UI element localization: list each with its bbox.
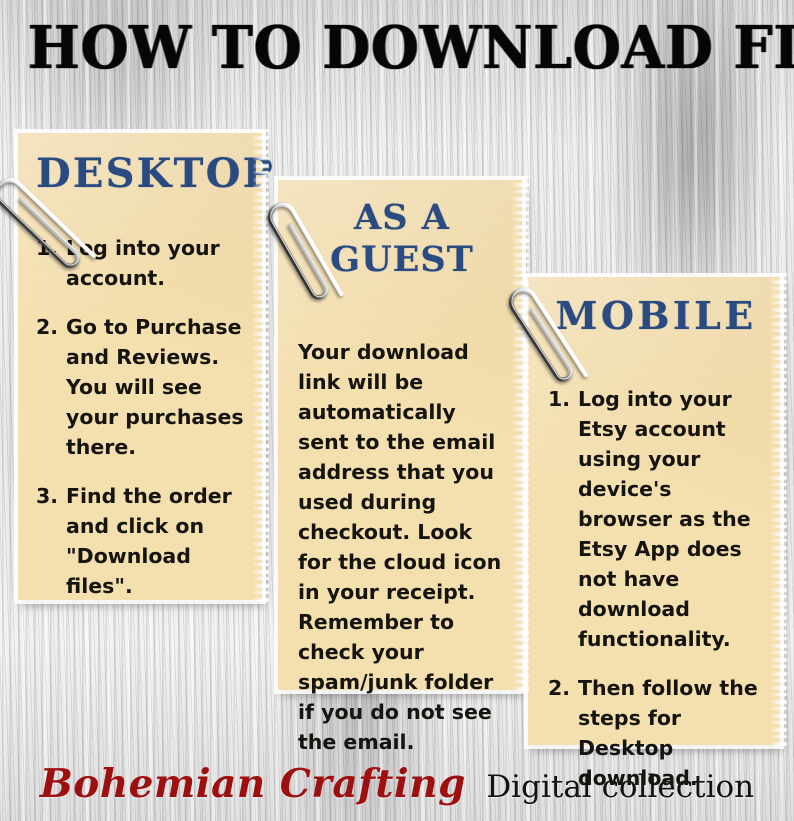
card-mobile-steps: 1. Log into your Etsy account using your… xyxy=(548,384,764,793)
step-number: 3. xyxy=(36,484,59,508)
card-desktop: DESKTOP 1. Log into your account. 2. Go … xyxy=(18,129,275,604)
card-guest-paragraph: Your download link will be automatically… xyxy=(298,340,502,754)
step-number: 2. xyxy=(36,315,59,339)
page-title: HOW TO DOWNLOAD FILES xyxy=(27,13,794,82)
list-item: 2. Then follow the steps for Desktop dow… xyxy=(548,673,764,793)
card-desktop-heading: DESKTOP xyxy=(36,150,275,197)
step-number: 2. xyxy=(548,676,571,700)
step-text: Log into your account. xyxy=(66,236,220,290)
torn-edge-deckle xyxy=(253,129,269,604)
card-mobile-heading: MOBILE xyxy=(555,293,757,338)
brand-name: Bohemian Crafting xyxy=(39,761,466,807)
step-text: Then follow the steps for Desktop downlo… xyxy=(578,676,758,790)
step-number: 1. xyxy=(548,387,571,411)
card-guest-heading: AS A GUEST xyxy=(330,197,474,280)
card-mobile: MOBILE 1. Log into your Etsy account usi… xyxy=(528,273,787,790)
list-item: 2. Go to Purchase and Reviews. You will … xyxy=(36,312,246,462)
step-text: Log into your Etsy account using your de… xyxy=(578,387,751,651)
list-item: 3. Find the order and click on "Download… xyxy=(36,481,246,601)
list-item: 1. Log into your Etsy account using your… xyxy=(548,384,764,654)
torn-edge-deckle xyxy=(513,176,529,694)
card-desktop-steps: 1. Log into your account. 2. Go to Purch… xyxy=(36,233,246,601)
card-as-a-guest: AS A GUEST Your download link will be au… xyxy=(278,176,529,754)
list-item: 1. Log into your account. xyxy=(36,233,246,293)
step-text: Go to Purchase and Reviews. You will see… xyxy=(66,315,244,459)
step-number: 1. xyxy=(36,236,59,260)
step-text: Find the order and click on "Download fi… xyxy=(66,484,232,598)
torn-edge-deckle xyxy=(771,273,787,749)
